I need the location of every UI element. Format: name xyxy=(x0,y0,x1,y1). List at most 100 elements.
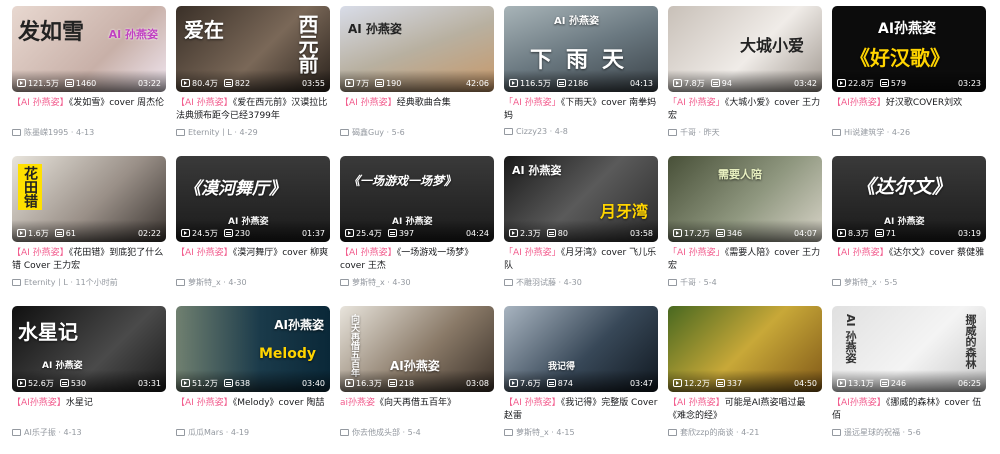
uploader-icon xyxy=(176,129,185,136)
video-card[interactable]: 我记得 7.6万 874 03:47 【AI 孙燕姿】《我记得》完整版 Cove… xyxy=(504,306,658,454)
video-meta[interactable]: Hi说建筑学 · 4-26 xyxy=(832,127,986,138)
video-title[interactable]: 【AI 孙燕姿】《花田错》到底犯了什么错 Cover 王力宏 xyxy=(12,247,166,273)
video-card[interactable]: 花田错 1.6万 61 02:22 【AI 孙燕姿】《花田错》到底犯了什么错 C… xyxy=(12,156,166,304)
video-thumbnail[interactable]: 《达尔文》 AI 孙燕姿 8.3万 71 03:19 xyxy=(832,156,986,242)
video-thumbnail[interactable]: 爱在 西元前 80.4万 822 03:55 xyxy=(176,6,330,92)
video-thumbnail[interactable]: 《漠河舞厅》 AI 孙燕姿 24.5万 230 01:37 xyxy=(176,156,330,242)
video-meta[interactable]: Eternity丨L · 4-29 xyxy=(176,127,330,138)
video-title[interactable]: 【AI 孙燕姿】《发如雪》cover 周杰伦 xyxy=(12,97,166,123)
video-thumbnail[interactable]: 水星记 AI 孙燕姿 52.6万 530 03:31 xyxy=(12,306,166,392)
play-count-icon xyxy=(509,79,518,87)
video-stats: 12.2万 337 04:50 xyxy=(673,377,817,389)
video-card[interactable]: AI孙燕姿 Melody 51.2万 638 03:40 【AI 孙燕姿】《Me… xyxy=(176,306,330,454)
video-card[interactable]: 挪威的森林 AI 孙燕姿 13.1万 246 06:25 【AI孙燕姿】《挪威的… xyxy=(832,306,986,454)
video-card[interactable]: AI 孙燕姿 7万 190 42:06 【AI 孙燕姿】经典歌曲合集 碣鑫Guy… xyxy=(340,6,494,154)
video-card[interactable]: 需要人陪 17.2万 346 04:07 「AI 孙燕姿」《需要人陪》cover… xyxy=(668,156,822,304)
video-stats: 17.2万 346 04:07 xyxy=(673,227,817,239)
video-title-text: 《漠河舞厅》cover 柳爽 xyxy=(232,248,329,258)
video-thumbnail[interactable]: AI孙燕姿 《好汉歌》 22.8万 579 03:23 xyxy=(832,6,986,92)
video-tag: 【AI 孙燕姿】 xyxy=(12,98,69,108)
video-meta[interactable]: 萝斯特_x · 4-30 xyxy=(340,277,494,288)
video-title-text: 好汉歌COVER刘欢 xyxy=(885,98,963,108)
video-meta[interactable]: 你去他成头部 · 5-4 xyxy=(340,427,494,438)
video-title[interactable]: 【AI 孙燕姿】《我记得》完整版 Cover 赵雷 xyxy=(504,397,658,423)
video-thumbnail[interactable]: 我记得 7.6万 874 03:47 xyxy=(504,306,658,392)
video-meta[interactable]: 碣鑫Guy · 5-6 xyxy=(340,127,494,138)
video-meta[interactable]: 萝斯特_x · 4-30 xyxy=(176,277,330,288)
video-card[interactable]: 《一场游戏一场梦》 AI 孙燕姿 25.4万 397 04:24 【AI 孙燕姿… xyxy=(340,156,494,304)
danmaku-count: 874 xyxy=(557,378,574,388)
video-card[interactable]: 爱在 西元前 80.4万 822 03:55 【AI 孙燕姿】《爱在西元前》汉谟… xyxy=(176,6,330,154)
video-title[interactable]: 【AI 孙燕姿】可能是AI燕姿唱过最《难念的经》 xyxy=(668,397,822,423)
video-card[interactable]: 月牙湾 AI 孙燕姿 2.3万 80 03:58 「AI 孙燕姿」《月牙湾》co… xyxy=(504,156,658,304)
video-title[interactable]: 【AI 孙燕姿】《Melody》cover 陶喆 xyxy=(176,397,330,423)
video-thumbnail[interactable]: 发如雪 AI 孙燕姿 121.5万 1460 03:22 xyxy=(12,6,166,92)
video-title[interactable]: 【AI 孙燕姿】《漠河舞厅》cover 柳爽 xyxy=(176,247,330,273)
video-thumbnail[interactable]: 月牙湾 AI 孙燕姿 2.3万 80 03:58 xyxy=(504,156,658,242)
video-thumbnail[interactable]: 需要人陪 17.2万 346 04:07 xyxy=(668,156,822,242)
video-thumbnail[interactable]: 花田错 1.6万 61 02:22 xyxy=(12,156,166,242)
video-title[interactable]: 「AI 孙燕姿」《大城小爱》cover 王力宏 xyxy=(668,97,822,123)
video-title[interactable]: 【AI 孙燕姿】经典歌曲合集 xyxy=(340,97,494,123)
danmaku-count-icon xyxy=(223,379,233,387)
video-meta[interactable]: AI乐子振 · 4-13 xyxy=(12,427,166,438)
video-card[interactable]: 《漠河舞厅》 AI 孙燕姿 24.5万 230 01:37 【AI 孙燕姿】《漠… xyxy=(176,156,330,304)
video-thumbnail[interactable]: 下雨天 AI 孙燕姿 116.5万 2186 04:13 xyxy=(504,6,658,92)
video-meta[interactable]: 萝斯特_x · 4-15 xyxy=(504,427,658,438)
video-thumbnail[interactable]: AI孙燕姿 向天再借五百年 16.3万 218 03:08 xyxy=(340,306,494,392)
video-thumbnail[interactable]: AI孙燕姿 Melody 51.2万 638 03:40 xyxy=(176,306,330,392)
video-stats: 24.5万 230 01:37 xyxy=(181,227,325,239)
meta-separator: · xyxy=(696,128,704,137)
video-title[interactable]: 【AI孙燕姿】水星记 xyxy=(12,397,166,423)
video-card[interactable]: 下雨天 AI 孙燕姿 116.5万 2186 04:13 「AI 孙燕姿」《下雨… xyxy=(504,6,658,154)
video-card[interactable]: 发如雪 AI 孙燕姿 121.5万 1460 03:22 【AI 孙燕姿】《发如… xyxy=(12,6,166,154)
video-meta[interactable]: 套欣zzp的商谈 · 4-21 xyxy=(668,427,822,438)
video-title[interactable]: 「AI 孙燕姿」《下雨天》cover 南拳妈妈 xyxy=(504,97,658,123)
video-card[interactable]: 水星记 AI 孙燕姿 52.6万 530 03:31 【AI孙燕姿】水星记 AI… xyxy=(12,306,166,454)
play-count-icon xyxy=(181,229,190,237)
video-card[interactable]: AI孙燕姿 向天再借五百年 16.3万 218 03:08 ai孙燕姿《向天再借… xyxy=(340,306,494,454)
danmaku-count: 246 xyxy=(890,378,907,388)
video-meta[interactable]: 陈墨嵘1995 · 4-13 xyxy=(12,127,166,138)
danmaku-count: 822 xyxy=(234,78,251,88)
video-tag: 【AI 孙燕姿】 xyxy=(668,398,725,408)
video-meta[interactable]: Cizzy23 · 4-8 xyxy=(504,127,658,136)
video-meta[interactable]: 不雕羽试藤 · 4-30 xyxy=(504,277,658,288)
video-thumbnail[interactable]: AI 孙燕姿 7万 190 42:06 xyxy=(340,6,494,92)
upload-date: 4-15 xyxy=(556,428,575,437)
uploader-name: 千哥 xyxy=(680,128,696,137)
video-title[interactable]: 【AI孙燕姿】好汉歌COVER刘欢 xyxy=(832,97,986,123)
video-card[interactable]: 《达尔文》 AI 孙燕姿 8.3万 71 03:19 【AI 孙燕姿】《达尔文》… xyxy=(832,156,986,304)
video-card[interactable]: AI孙燕姿 《好汉歌》 22.8万 579 03:23 【AI孙燕姿】好汉歌CO… xyxy=(832,6,986,154)
video-title[interactable]: 【AI 孙燕姿】《爱在西元前》汉谟拉比法典颁布距今已经3799年 xyxy=(176,97,330,123)
thumbnail-subtitle-text: AI 孙燕姿 xyxy=(554,16,599,27)
video-tag: 【AI孙燕姿】 xyxy=(832,98,886,108)
video-title[interactable]: 【AI孙燕姿】《挪威的森林》cover 伍佰 xyxy=(832,397,986,423)
video-thumbnail[interactable]: 12.2万 337 04:50 xyxy=(668,306,822,392)
uploader-name: 萝斯特_x xyxy=(516,428,549,437)
video-tag: 「AI 孙燕姿」 xyxy=(504,98,561,108)
danmaku-count: 530 xyxy=(70,378,87,388)
video-title[interactable]: 「AI 孙燕姿」《月牙湾》cover 飞儿乐队 xyxy=(504,247,658,273)
video-title[interactable]: 【AI 孙燕姿】《一场游戏一场梦》cover 王杰 xyxy=(340,247,494,273)
video-meta[interactable]: Eternity丨L · 11个小时前 xyxy=(12,277,166,288)
uploader-icon xyxy=(832,429,841,436)
video-meta[interactable]: 千哥 · 昨天 xyxy=(668,127,822,138)
uploader-icon xyxy=(176,429,185,436)
video-meta[interactable]: 千哥 · 5-4 xyxy=(668,277,822,288)
play-count: 25.4万 xyxy=(356,228,382,238)
video-thumbnail[interactable]: 《一场游戏一场梦》 AI 孙燕姿 25.4万 397 04:24 xyxy=(340,156,494,242)
video-thumbnail[interactable]: 挪威的森林 AI 孙燕姿 13.1万 246 06:25 xyxy=(832,306,986,392)
video-thumbnail[interactable]: 大城小爱 7.8万 94 03:42 xyxy=(668,6,822,92)
video-title[interactable]: 【AI 孙燕姿】《达尔文》cover 蔡健雅 xyxy=(832,247,986,273)
video-meta[interactable]: 遥远星球的祝福 · 5-6 xyxy=(832,427,986,438)
video-meta[interactable]: 萝斯特_x · 5-5 xyxy=(832,277,986,288)
video-duration: 01:37 xyxy=(301,228,325,238)
video-card[interactable]: 12.2万 337 04:50 【AI 孙燕姿】可能是AI燕姿唱过最《难念的经》… xyxy=(668,306,822,454)
video-card[interactable]: 大城小爱 7.8万 94 03:42 「AI 孙燕姿」《大城小爱》cover 王… xyxy=(668,6,822,154)
video-meta[interactable]: 瓜瓜Mars · 4-19 xyxy=(176,427,330,438)
upload-date: 4-26 xyxy=(891,128,911,137)
video-title[interactable]: 「AI 孙燕姿」《需要人陪》cover 王力宏 xyxy=(668,247,822,273)
danmaku-count-icon xyxy=(59,379,69,387)
video-title[interactable]: ai孙燕姿《向天再借五百年》 xyxy=(340,397,494,423)
